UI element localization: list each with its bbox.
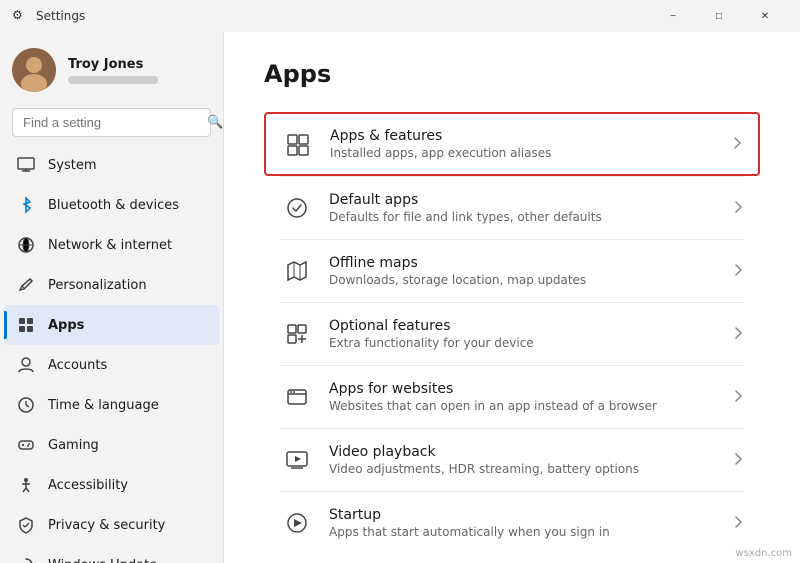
apps-features-icon — [282, 128, 314, 160]
sidebar: Troy Jones 🔍 System Bluetooth & devices Ne… — [0, 32, 224, 563]
user-name: Troy Jones — [68, 57, 158, 72]
sidebar-item-label-time: Time & language — [48, 398, 159, 413]
optional-features-icon — [281, 318, 313, 350]
settings-item-optional-features[interactable]: Optional features Extra functionality for… — [264, 303, 760, 365]
apps-features-text: Apps & features Installed apps, app execu… — [330, 128, 716, 160]
sidebar-item-personalization[interactable]: Personalization — [4, 265, 219, 305]
title-bar-text: Settings — [36, 9, 650, 23]
gaming-nav-icon — [16, 435, 36, 455]
sidebar-item-privacy[interactable]: Privacy & security — [4, 505, 219, 545]
video-playback-desc: Video adjustments, HDR streaming, batter… — [329, 462, 717, 476]
sidebar-item-network[interactable]: Network & internet — [4, 225, 219, 265]
personalization-nav-icon — [16, 275, 36, 295]
user-info: Troy Jones — [68, 57, 158, 84]
settings-item-video-playback[interactable]: Video playback Video adjustments, HDR str… — [264, 429, 760, 491]
minimize-button[interactable]: − — [650, 0, 696, 32]
default-apps-desc: Defaults for file and link types, other … — [329, 210, 717, 224]
sidebar-item-accessibility[interactable]: Accessibility — [4, 465, 219, 505]
sidebar-item-label-gaming: Gaming — [48, 438, 99, 453]
sidebar-item-label-personalization: Personalization — [48, 278, 147, 293]
offline-maps-text: Offline maps Downloads, storage location,… — [329, 255, 717, 287]
video-playback-title: Video playback — [329, 444, 717, 460]
sidebar-item-label-privacy: Privacy & security — [48, 518, 165, 533]
page-title: Apps — [264, 60, 760, 88]
sidebar-item-time[interactable]: Time & language — [4, 385, 219, 425]
default-apps-title: Default apps — [329, 192, 717, 208]
sidebar-item-label-bluetooth: Bluetooth & devices — [48, 198, 179, 213]
offline-maps-desc: Downloads, storage location, map updates — [329, 273, 717, 287]
sidebar-item-apps[interactable]: Apps — [4, 305, 219, 345]
sidebar-item-label-accessibility: Accessibility — [48, 478, 128, 493]
maximize-button[interactable]: □ — [696, 0, 742, 32]
accessibility-nav-icon — [16, 475, 36, 495]
optional-features-title: Optional features — [329, 318, 717, 334]
settings-item-apps-websites[interactable]: Apps for websites Websites that can open … — [264, 366, 760, 428]
settings-list: Apps & features Installed apps, app execu… — [264, 112, 760, 554]
startup-desc: Apps that start automatically when you s… — [329, 525, 717, 539]
default-apps-chevron-icon — [733, 200, 743, 217]
sidebar-item-accounts[interactable]: Accounts — [4, 345, 219, 385]
settings-item-apps-features[interactable]: Apps & features Installed apps, app execu… — [264, 112, 760, 176]
video-playback-icon — [281, 444, 313, 476]
watermark: wsxdn.com — [735, 548, 792, 559]
sidebar-item-label-network: Network & internet — [48, 238, 172, 253]
system-nav-icon — [16, 155, 36, 175]
network-nav-icon — [16, 235, 36, 255]
apps-websites-title: Apps for websites — [329, 381, 717, 397]
sidebar-item-update[interactable]: Windows Update — [4, 545, 219, 563]
user-profile: Troy Jones — [0, 32, 223, 104]
accounts-nav-icon — [16, 355, 36, 375]
optional-features-text: Optional features Extra functionality for… — [329, 318, 717, 350]
search-input[interactable] — [23, 115, 199, 130]
settings-item-startup[interactable]: Startup Apps that start automatically whe… — [264, 492, 760, 554]
video-playback-chevron-icon — [733, 452, 743, 469]
settings-window-icon: ⚙ — [12, 8, 28, 24]
offline-maps-title: Offline maps — [329, 255, 717, 271]
search-box[interactable]: 🔍 — [12, 108, 211, 137]
avatar — [12, 48, 56, 92]
sidebar-item-label-update: Windows Update — [48, 558, 157, 563]
title-bar: ⚙ Settings − □ ✕ — [0, 0, 800, 32]
update-nav-icon — [16, 555, 36, 563]
optional-features-chevron-icon — [733, 326, 743, 343]
sidebar-item-bluetooth[interactable]: Bluetooth & devices — [4, 185, 219, 225]
video-playback-text: Video playback Video adjustments, HDR str… — [329, 444, 717, 476]
search-icon: 🔍 — [207, 115, 223, 130]
startup-chevron-icon — [733, 515, 743, 532]
default-apps-text: Default apps Defaults for file and link t… — [329, 192, 717, 224]
offline-maps-chevron-icon — [733, 263, 743, 280]
apps-websites-icon — [281, 381, 313, 413]
apps-features-title: Apps & features — [330, 128, 716, 144]
apps-features-desc: Installed apps, app execution aliases — [330, 146, 716, 160]
privacy-nav-icon — [16, 515, 36, 535]
main-content: Apps Apps & features Installed apps, app … — [224, 32, 800, 563]
sidebar-item-label-system: System — [48, 158, 96, 173]
apps-websites-chevron-icon — [733, 389, 743, 406]
startup-title: Startup — [329, 507, 717, 523]
bluetooth-nav-icon — [16, 195, 36, 215]
nav-container: System Bluetooth & devices Network & inter… — [0, 145, 223, 563]
sidebar-item-system[interactable]: System — [4, 145, 219, 185]
apps-features-chevron-icon — [732, 136, 742, 153]
sidebar-item-gaming[interactable]: Gaming — [4, 425, 219, 465]
optional-features-desc: Extra functionality for your device — [329, 336, 717, 350]
apps-websites-desc: Websites that can open in an app instead… — [329, 399, 717, 413]
sidebar-item-label-apps: Apps — [48, 318, 84, 333]
apps-nav-icon — [16, 315, 36, 335]
title-bar-controls: − □ ✕ — [650, 0, 788, 32]
user-subtitle-bar — [68, 76, 158, 84]
settings-item-offline-maps[interactable]: Offline maps Downloads, storage location,… — [264, 240, 760, 302]
close-button[interactable]: ✕ — [742, 0, 788, 32]
offline-maps-icon — [281, 255, 313, 287]
default-apps-icon — [281, 192, 313, 224]
time-nav-icon — [16, 395, 36, 415]
startup-text: Startup Apps that start automatically whe… — [329, 507, 717, 539]
settings-item-default-apps[interactable]: Default apps Defaults for file and link t… — [264, 177, 760, 239]
sidebar-item-label-accounts: Accounts — [48, 358, 107, 373]
apps-websites-text: Apps for websites Websites that can open … — [329, 381, 717, 413]
app-body: Troy Jones 🔍 System Bluetooth & devices Ne… — [0, 32, 800, 563]
startup-icon — [281, 507, 313, 539]
